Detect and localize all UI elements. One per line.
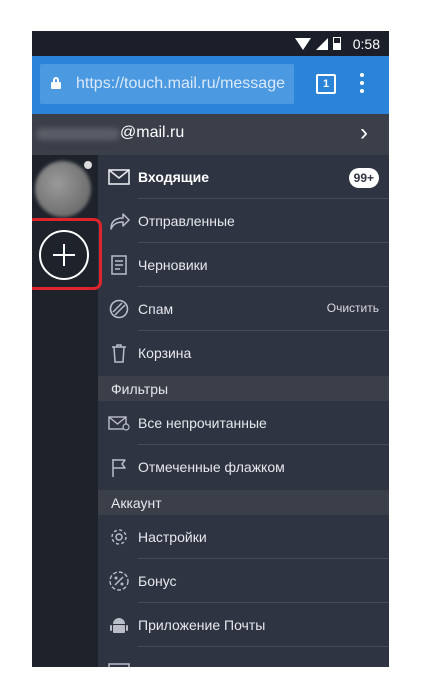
account-email: @mail.ru (120, 124, 185, 141)
menu-item-sent[interactable]: Отправленные (98, 199, 389, 243)
address-bar[interactable]: https://touch.mail.ru/message (40, 64, 294, 104)
menu-item-partial[interactable] (98, 647, 389, 667)
add-account-button[interactable] (39, 230, 89, 280)
menu-item-drafts[interactable]: Черновики (98, 243, 389, 287)
account-row[interactable]: @mail.ru › (32, 114, 389, 155)
menu-item-label: Корзина (138, 345, 192, 361)
flag-icon (112, 459, 126, 477)
url-text: https://touch.mail.ru/message (76, 75, 285, 92)
battery-icon (333, 37, 341, 50)
status-time: 0:58 (352, 36, 380, 52)
avatar[interactable] (35, 161, 91, 217)
menu-item-label: Черновики (138, 257, 208, 273)
lock-icon (51, 77, 61, 89)
menu-item-label: Входящие (138, 169, 209, 185)
wifi-icon (295, 38, 311, 50)
drafts-icon (111, 255, 127, 275)
menu-item-label: Отправленные (138, 213, 235, 229)
spam-icon (109, 299, 129, 319)
menu-item-label: Настройки (138, 529, 207, 545)
inbox-icon (108, 169, 130, 185)
tab-switcher-button[interactable]: 1 (316, 74, 336, 94)
account-username-blurred (36, 128, 120, 140)
account-rail (32, 155, 102, 667)
menu-item-unread[interactable]: Все непрочитанные (98, 401, 389, 445)
signal-icon (316, 38, 328, 50)
sent-icon (110, 213, 130, 230)
menu-item-mail-app[interactable]: Приложение Почты (98, 603, 389, 647)
status-bar: 0:58 (32, 31, 389, 56)
menu-item-label: Приложение Почты (138, 617, 266, 633)
overflow-menu-icon[interactable] (360, 73, 364, 93)
trash-icon (112, 344, 126, 363)
section-title: Аккаунт (111, 495, 162, 511)
unread-icon (108, 416, 130, 431)
menu-item-flagged[interactable]: Отмеченные флажком (98, 445, 389, 489)
avatar-status-dot (84, 161, 92, 169)
menu-item-label: Бонус (138, 573, 177, 589)
menu-item-settings[interactable]: Настройки (98, 515, 389, 559)
menu-item-trash[interactable]: Корзина (98, 331, 389, 375)
section-title: Фильтры (111, 381, 169, 397)
chevron-right-icon[interactable]: › (360, 121, 368, 145)
clear-spam-button[interactable]: Очистить (327, 301, 379, 315)
android-icon (110, 618, 128, 633)
section-header-account: Аккаунт (98, 490, 389, 515)
menu-item-label: Все непрочитанные (138, 415, 267, 431)
menu-item-spam[interactable]: Спам Очистить (98, 287, 389, 331)
unread-count-badge: 99+ (348, 168, 379, 188)
bonus-percent-icon (109, 571, 129, 591)
section-header-filters: Фильтры (98, 376, 389, 401)
menu-item-bonus[interactable]: Бонус (98, 559, 389, 603)
status-icons (295, 37, 341, 50)
folder-menu: Входящие 99+ Отправленные Черновики Спам… (98, 155, 389, 667)
menu-item-inbox[interactable]: Входящие 99+ (98, 155, 389, 199)
settings-gear-icon (111, 529, 127, 545)
phone-screen: 0:58 https://touch.mail.ru/message 1 @ma… (32, 31, 389, 667)
menu-item-label: Отмеченные флажком (138, 459, 285, 475)
menu-item-label: Спам (138, 301, 174, 317)
mail-icon (108, 663, 130, 667)
browser-toolbar: https://touch.mail.ru/message 1 (32, 56, 389, 114)
